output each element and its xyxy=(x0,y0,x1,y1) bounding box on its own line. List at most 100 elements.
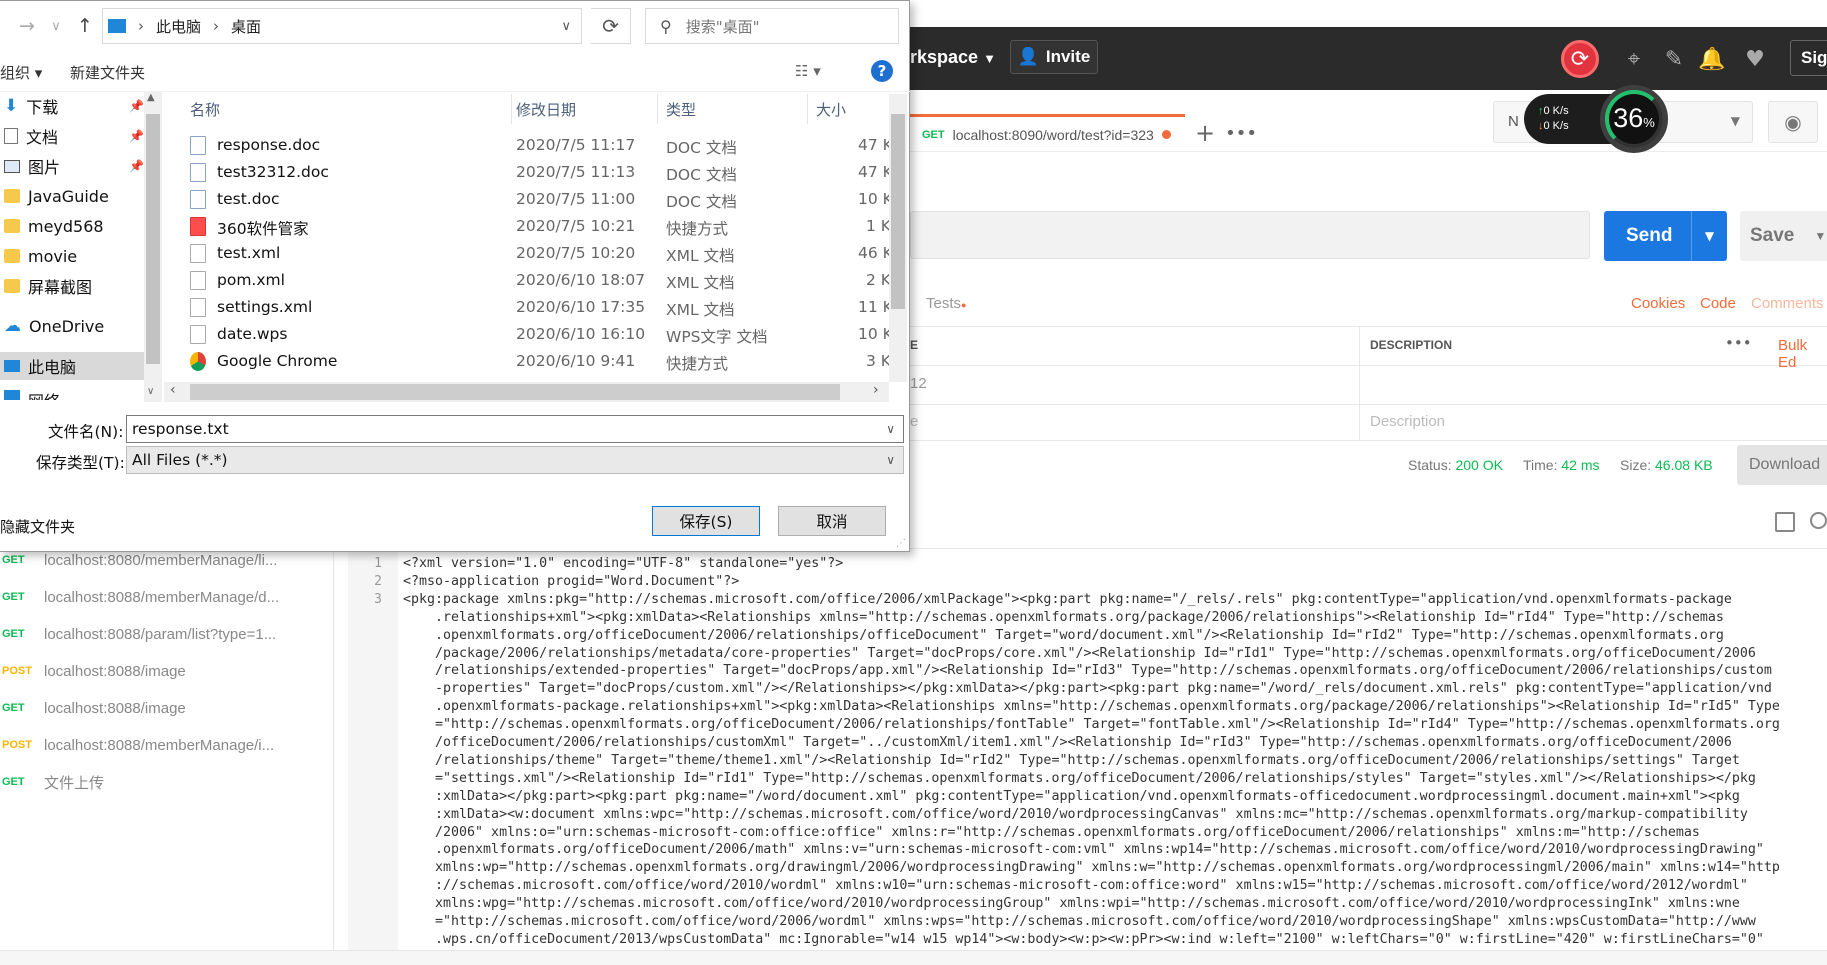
code-line: /officeDocument/2006/relationships/custo… xyxy=(403,735,1732,750)
file-type: XML 文档 xyxy=(666,301,735,319)
file-type: DOC 文档 xyxy=(666,139,737,157)
back-arrow-icon[interactable]: → xyxy=(12,8,42,44)
nav-item-javaguide[interactable]: JavaGuide xyxy=(0,182,144,210)
code-link[interactable]: Code xyxy=(1700,295,1736,312)
param-key-placeholder[interactable]: e xyxy=(910,413,918,430)
file-row[interactable]: response.doc 2020/7/5 11:17 DOC 文档 47 K xyxy=(190,132,893,159)
tab-tests[interactable]: Tests● xyxy=(926,295,966,312)
invite-button[interactable]: 👤 Invite xyxy=(1010,40,1098,74)
bell-icon[interactable]: 🔔 xyxy=(1697,44,1727,74)
file-row[interactable]: 360软件管家 2020/7/5 10:21 快捷方式 1 K xyxy=(190,213,891,240)
file-row[interactable]: date.wps 2020/6/10 16:10 WPS文字 文档 10 K xyxy=(190,321,893,348)
param-value[interactable]: 12 xyxy=(910,375,927,392)
nav-item-screenshots[interactable]: 屏幕截图 xyxy=(0,272,144,300)
history-item[interactable]: POST localhost:8088/image xyxy=(0,655,186,687)
nav-label: 图片 xyxy=(28,158,61,177)
request-tab[interactable]: GET localhost:8090/word/test?id=323 xyxy=(910,114,1185,152)
comments-link[interactable]: Comments xyxy=(1751,295,1824,312)
file-list-hscrollbar-thumb[interactable] xyxy=(190,384,840,400)
search-placeholder: 搜索"桌面" xyxy=(685,17,760,36)
file-row[interactable]: pom.xml 2020/6/10 18:07 XML 文档 2 K xyxy=(190,267,891,294)
search-icon[interactable] xyxy=(1810,512,1827,529)
file-size: 3 K xyxy=(866,352,891,370)
file-row[interactable]: Google Chrome 2020/6/10 9:41 快捷方式 3 K xyxy=(190,348,891,375)
history-item[interactable]: GET 文件上传 xyxy=(0,766,104,798)
address-bar[interactable]: › 此电脑 › 桌面 ∨ xyxy=(102,8,582,44)
file-row[interactable]: test.xml 2020/7/5 10:20 XML 文档 46 K xyxy=(190,240,893,267)
nav-item-downloads[interactable]: ⬇ 下载 📌 xyxy=(0,92,144,120)
save-button[interactable]: 保存(S) xyxy=(652,506,760,536)
organize-menu[interactable]: 组织 ▾ xyxy=(0,62,42,83)
bulk-edit-link[interactable]: Bulk Ed xyxy=(1778,337,1827,371)
eye-icon[interactable]: ◉ xyxy=(1768,101,1818,143)
nav-scrollbar-thumb[interactable] xyxy=(146,114,160,364)
cpu-percent-value: 36 xyxy=(1613,103,1644,133)
send-options-caret-icon[interactable]: ▼ xyxy=(1691,211,1727,261)
code-line: .openxmlformats-package.relationships+xm… xyxy=(403,699,1780,715)
save-request-button[interactable]: Save ▼ xyxy=(1740,211,1827,261)
column-header-type[interactable]: 类型 xyxy=(658,94,808,124)
history-url: localhost:8088/image xyxy=(44,662,186,680)
history-item[interactable]: GET localhost:8088/image xyxy=(0,692,186,724)
cookies-link[interactable]: Cookies xyxy=(1631,295,1685,312)
nav-item-pictures[interactable]: 图片 📌 xyxy=(0,152,144,180)
scroll-up-icon[interactable]: ▲ xyxy=(147,92,155,103)
computer-icon xyxy=(108,19,126,33)
chevron-down-icon[interactable]: ∨ xyxy=(886,422,895,436)
filetype-select[interactable]: All Files (*.*) ∨ xyxy=(126,446,904,474)
chevron-down-icon[interactable]: ∨ xyxy=(46,8,66,44)
nav-item-documents[interactable]: 文档 📌 xyxy=(0,122,144,150)
scroll-left-icon[interactable]: ‹ xyxy=(170,382,176,398)
refresh-icon[interactable]: ⟳ xyxy=(591,8,631,44)
scroll-down-icon[interactable]: ∨ xyxy=(147,386,154,397)
nav-item-meyd568[interactable]: meyd568 xyxy=(0,212,144,240)
file-size: 47 K xyxy=(858,136,893,154)
history-item[interactable]: GET localhost:8088/param/list?type=1... xyxy=(0,618,276,650)
view-options-icon[interactable]: ☷ ▾ xyxy=(795,62,821,80)
search-input[interactable]: ⚲ 搜索"桌面" xyxy=(645,8,899,44)
scroll-right-icon[interactable]: › xyxy=(873,382,879,398)
file-list-vscrollbar-thumb[interactable] xyxy=(891,114,905,309)
workspace-switcher[interactable]: rkspace ▼ xyxy=(910,47,996,68)
new-tab-plus-icon[interactable]: + xyxy=(1190,118,1220,148)
satellite-icon[interactable]: ⌖ xyxy=(1619,44,1649,74)
code-line: .relationships+xml"><pkg:xmlData><Relati… xyxy=(403,609,1724,625)
resize-grip-icon[interactable]: ⋰ xyxy=(896,538,906,549)
download-button[interactable]: Download xyxy=(1737,445,1827,485)
hide-folders-toggle[interactable]: 隐藏文件夹 xyxy=(0,516,75,537)
more-tabs-icon[interactable]: ••• xyxy=(1225,118,1257,148)
chevron-down-icon[interactable]: ∨ xyxy=(561,19,571,34)
heart-icon[interactable]: ♥ xyxy=(1740,44,1770,74)
nav-item-onedrive[interactable]: ☁ OneDrive xyxy=(0,312,144,340)
breadcrumb-item[interactable]: 此电脑 xyxy=(156,16,201,37)
column-header-modified[interactable]: 修改日期 xyxy=(508,94,658,124)
filename-input[interactable]: response.txt ∨ xyxy=(126,415,904,443)
url-input[interactable] xyxy=(910,211,1590,259)
folder-icon xyxy=(4,219,20,233)
description-placeholder[interactable]: Description xyxy=(1370,413,1445,430)
sync-icon[interactable]: ⟳ xyxy=(1561,40,1599,78)
settings-wrench-icon[interactable]: ✎ xyxy=(1659,44,1689,74)
column-header-size[interactable]: 大小 xyxy=(808,94,890,124)
file-row[interactable]: settings.xml 2020/6/10 17:35 XML 文档 11 K xyxy=(190,294,893,321)
nav-item-network[interactable]: 网络 xyxy=(0,386,144,400)
nav-item-this-pc[interactable]: 此电脑 xyxy=(0,352,144,380)
file-row[interactable]: test32312.doc 2020/7/5 11:13 DOC 文档 47 K xyxy=(190,159,893,186)
file-row[interactable]: test.doc 2020/7/5 11:00 DOC 文档 10 K xyxy=(190,186,893,213)
help-icon[interactable]: ? xyxy=(871,60,893,82)
sign-in-button[interactable]: Sign xyxy=(1790,40,1827,76)
history-item[interactable]: POST localhost:8088/memberManage/i... xyxy=(0,729,274,761)
history-method: GET xyxy=(2,554,25,566)
new-folder-button[interactable]: 新建文件夹 xyxy=(70,62,145,83)
more-options-icon[interactable]: ••• xyxy=(1725,334,1752,352)
column-header-name[interactable]: 名称 xyxy=(182,94,512,124)
history-item[interactable]: GET localhost:8088/memberManage/d... xyxy=(0,581,279,613)
nav-item-movie[interactable]: movie xyxy=(0,242,144,270)
description-column-header: DESCRIPTION xyxy=(1370,338,1453,352)
code-line: /2006" xmlns:o="urn:schemas-microsoft-co… xyxy=(403,824,1700,840)
copy-icon[interactable] xyxy=(1775,512,1795,532)
cancel-button[interactable]: 取消 xyxy=(778,506,886,536)
up-arrow-icon[interactable]: ↑ xyxy=(72,8,98,44)
breadcrumb-item[interactable]: 桌面 xyxy=(231,16,261,37)
response-status: Status: 200 OK xyxy=(1408,457,1503,473)
